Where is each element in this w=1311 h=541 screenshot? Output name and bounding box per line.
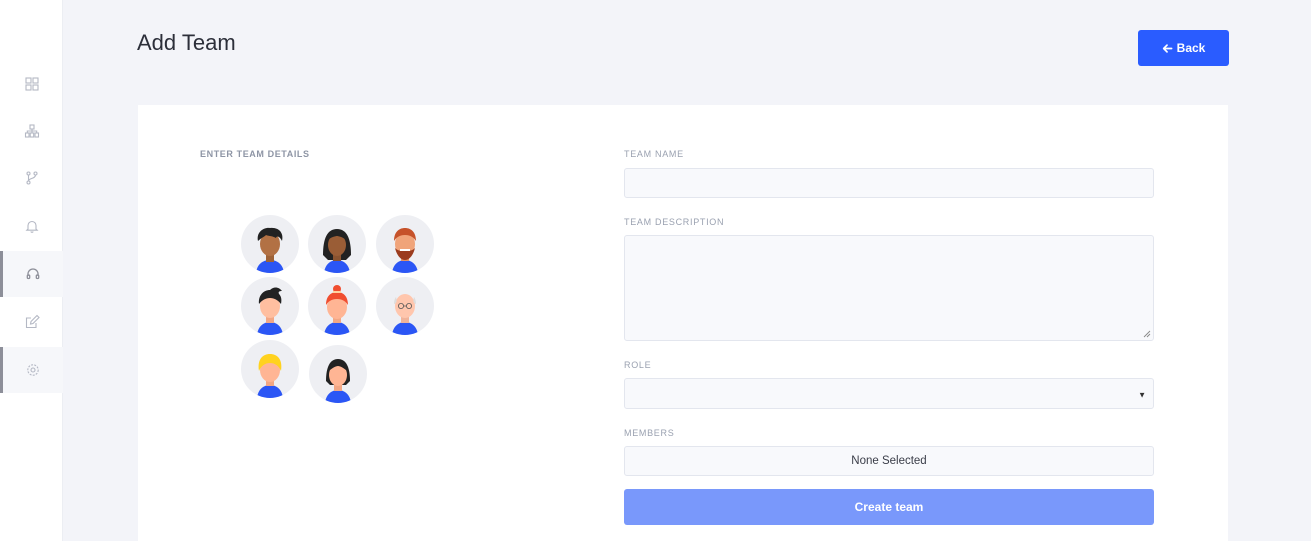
page-title: Add Team xyxy=(137,30,236,55)
arrow-left-icon xyxy=(1162,43,1173,53)
avatar-illustration-6 xyxy=(376,277,434,335)
team-form-card: ENTER TEAM DETAILS TEAM NAME TEAM DESCRI… xyxy=(138,105,1228,541)
role-label: ROLE xyxy=(624,360,652,370)
sidebar-item-branches[interactable] xyxy=(0,155,63,201)
avatar-illustration-8 xyxy=(309,345,367,403)
grid-icon xyxy=(24,77,39,91)
back-button-label: Back xyxy=(1176,41,1206,55)
resize-handle-icon[interactable] xyxy=(1143,330,1151,338)
avatar-illustration-1 xyxy=(241,215,299,273)
create-team-button[interactable]: Create team xyxy=(624,489,1154,525)
avatar-illustration-5 xyxy=(308,277,366,335)
sidebar-item-edit[interactable] xyxy=(0,299,63,345)
avatar-illustration-7 xyxy=(241,340,299,398)
avatar-illustration-4 xyxy=(241,277,299,335)
sidebar-item-settings[interactable] xyxy=(0,347,63,393)
edit-icon xyxy=(25,314,40,329)
avatar-illustration-2 xyxy=(308,215,366,273)
team-name-input[interactable] xyxy=(624,168,1154,198)
sidebar-item-notifications[interactable] xyxy=(0,203,63,249)
settings-icon xyxy=(27,364,39,376)
bell-icon xyxy=(24,220,39,233)
sidebar-item-dashboard[interactable] xyxy=(0,61,63,107)
section-label: ENTER TEAM DETAILS xyxy=(200,149,310,159)
team-description-textarea[interactable] xyxy=(624,235,1154,341)
members-value: None Selected xyxy=(851,455,927,467)
members-multiselect[interactable]: None Selected xyxy=(624,446,1154,476)
team-name-label: TEAM NAME xyxy=(624,149,684,159)
team-description-label: TEAM DESCRIPTION xyxy=(624,217,725,227)
sidebar-item-support[interactable] xyxy=(0,251,63,297)
avatar-illustration-3 xyxy=(376,215,434,273)
role-select[interactable]: ▼ xyxy=(624,378,1154,409)
headset-icon xyxy=(26,268,40,280)
members-label: MEMBERS xyxy=(624,428,675,438)
back-button[interactable]: Back xyxy=(1138,30,1229,66)
hierarchy-icon xyxy=(24,124,39,138)
sidebar xyxy=(0,0,63,541)
sidebar-item-hierarchy[interactable] xyxy=(0,108,63,154)
caret-down-icon: ▼ xyxy=(1138,389,1146,399)
branch-icon xyxy=(25,171,38,185)
